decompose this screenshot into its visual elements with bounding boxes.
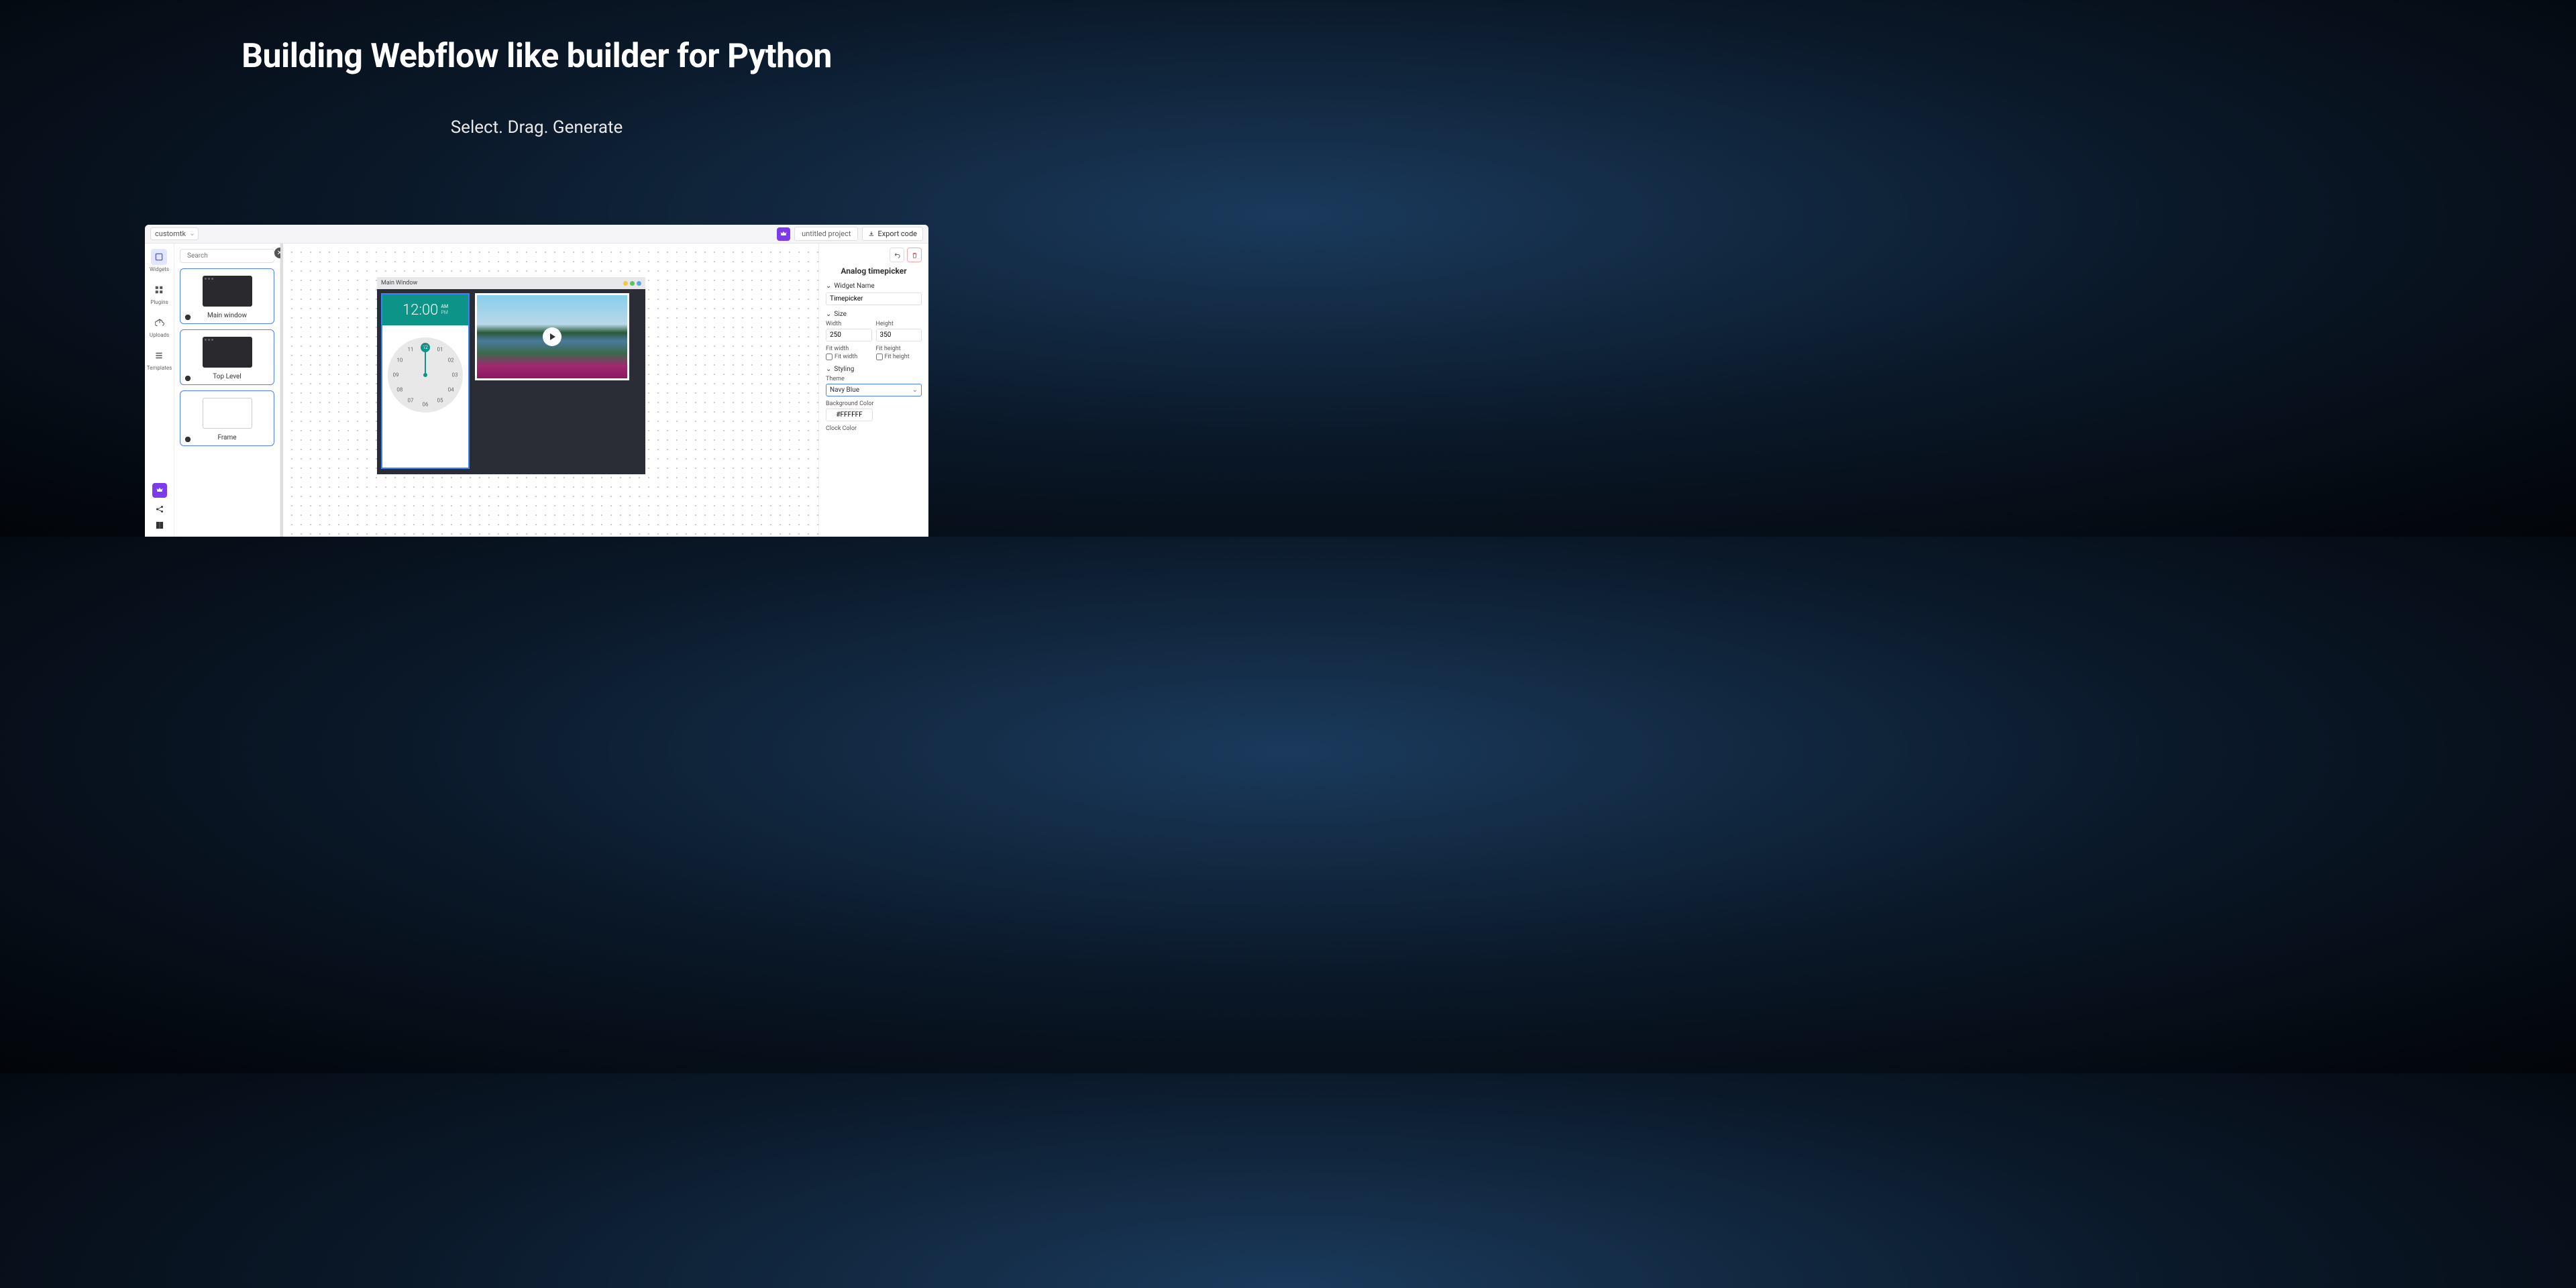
widget-thumb bbox=[203, 398, 252, 429]
clock-number[interactable]: 06 bbox=[423, 402, 429, 408]
export-code-button[interactable]: Export code bbox=[862, 227, 923, 241]
mock-titlebar: Main Window bbox=[377, 277, 645, 289]
library-select[interactable]: customtk bbox=[150, 227, 199, 240]
clock-number[interactable]: 12 bbox=[423, 343, 429, 349]
clock-number[interactable]: 09 bbox=[393, 372, 399, 378]
widgets-icon bbox=[151, 249, 167, 265]
hero-title: Building Webflow like builder for Python bbox=[0, 37, 1073, 76]
clock-face[interactable]: 12 120102030405060708091011 bbox=[388, 337, 463, 413]
crown-icon[interactable] bbox=[777, 227, 790, 241]
canvas[interactable]: Main Window 12:00 AM PM 12 bbox=[280, 244, 818, 537]
book-icon[interactable] bbox=[155, 521, 164, 530]
clock-number[interactable]: 08 bbox=[396, 387, 402, 393]
widget-card-main-window[interactable]: Main window bbox=[180, 268, 274, 324]
bg-color-input[interactable] bbox=[826, 409, 873, 421]
video-widget[interactable] bbox=[475, 293, 629, 380]
share-icon[interactable] bbox=[155, 504, 164, 514]
github-icon bbox=[184, 314, 191, 321]
rail-templates[interactable]: Templates bbox=[147, 347, 172, 371]
timepicker-header: 12:00 AM PM bbox=[382, 294, 468, 325]
clock-number[interactable]: 02 bbox=[448, 358, 454, 364]
clock-number[interactable]: 04 bbox=[448, 387, 454, 393]
left-rail: Widgets Plugins Uploads Templates bbox=[145, 244, 174, 537]
rail-uploads[interactable]: Uploads bbox=[150, 315, 169, 338]
uploads-icon bbox=[152, 315, 168, 331]
hero-subtitle: Select. Drag. Generate bbox=[0, 117, 1073, 138]
rail-plugins[interactable]: Plugins bbox=[150, 282, 168, 305]
plugins-icon bbox=[151, 282, 167, 298]
download-icon bbox=[868, 231, 875, 237]
clock-number[interactable]: 07 bbox=[408, 398, 414, 404]
github-icon bbox=[184, 436, 191, 443]
app-window: customtk untitled project Export code Wi… bbox=[145, 225, 928, 537]
section-styling[interactable]: Styling bbox=[826, 366, 922, 373]
widget-card-frame[interactable]: Frame bbox=[180, 390, 274, 446]
inspector-panel: Analog timepicker Widget Name Size Width… bbox=[818, 244, 928, 537]
widget-name-input[interactable] bbox=[826, 292, 922, 305]
premium-icon[interactable] bbox=[152, 483, 167, 498]
fit-height-checkbox[interactable]: Fit height bbox=[876, 354, 922, 360]
widget-thumb bbox=[203, 276, 252, 307]
widget-panel: ✕ Main window Top Level Frame bbox=[174, 244, 280, 537]
fit-width-checkbox[interactable]: Fit width bbox=[826, 354, 872, 360]
clock-number[interactable]: 03 bbox=[452, 372, 458, 378]
play-icon[interactable] bbox=[543, 327, 561, 346]
clock-number[interactable]: 10 bbox=[396, 358, 402, 364]
delete-button[interactable] bbox=[907, 248, 922, 262]
undo-button[interactable] bbox=[890, 248, 904, 262]
rail-widgets[interactable]: Widgets bbox=[150, 249, 169, 272]
project-name[interactable]: untitled project bbox=[794, 227, 858, 241]
search-input[interactable] bbox=[180, 249, 274, 263]
width-input[interactable] bbox=[826, 329, 872, 341]
mock-main-window[interactable]: Main Window 12:00 AM PM 12 bbox=[377, 277, 645, 474]
topbar: customtk untitled project Export code bbox=[145, 225, 928, 244]
traffic-lights-icon bbox=[623, 281, 641, 286]
clock-number[interactable]: 11 bbox=[408, 346, 414, 352]
timepicker-widget[interactable]: 12:00 AM PM 12 120102030405060708091011 bbox=[381, 293, 470, 469]
inspector-title: Analog timepicker bbox=[826, 266, 922, 276]
templates-icon bbox=[151, 347, 167, 364]
clock-center bbox=[423, 373, 427, 377]
section-size[interactable]: Size bbox=[826, 311, 922, 318]
github-icon bbox=[184, 375, 191, 382]
widget-thumb bbox=[203, 337, 252, 368]
theme-select[interactable]: Navy Blue bbox=[826, 384, 922, 396]
height-input[interactable] bbox=[876, 329, 922, 341]
clock-number[interactable]: 01 bbox=[437, 346, 443, 352]
clock-number[interactable]: 05 bbox=[437, 398, 443, 404]
section-widget-name[interactable]: Widget Name bbox=[826, 282, 922, 290]
widget-card-top-level[interactable]: Top Level bbox=[180, 329, 274, 385]
